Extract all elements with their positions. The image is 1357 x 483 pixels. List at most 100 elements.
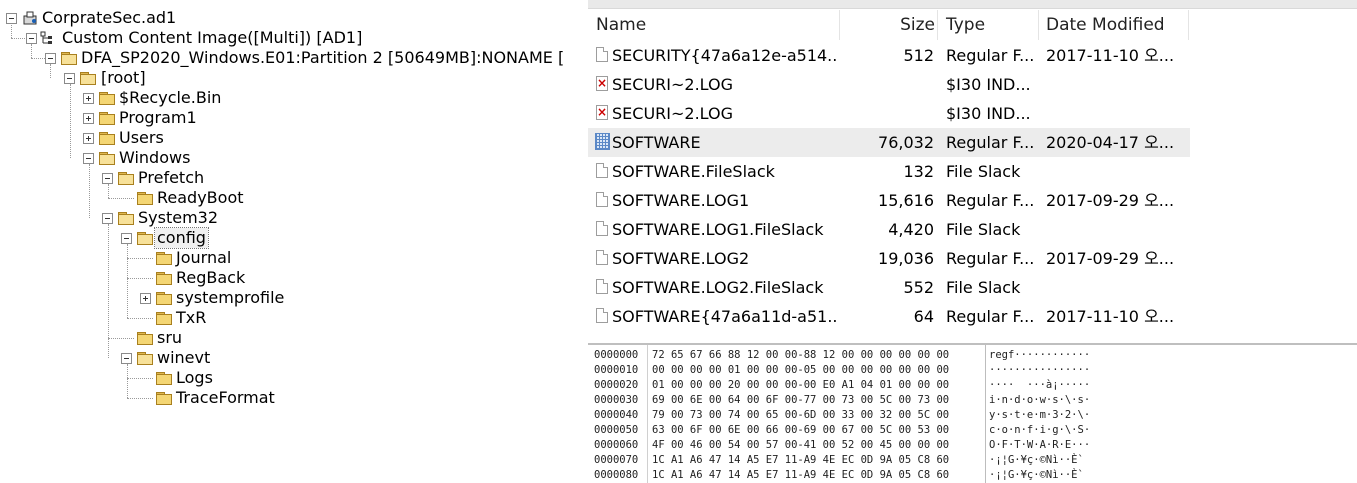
folder-open-icon xyxy=(99,152,115,165)
tree-node-logs[interactable]: Logs xyxy=(0,368,588,388)
hex-viewer[interactable]: 0000000 72 65 67 66 88 12 00 00-88 12 00 … xyxy=(588,343,1357,483)
file-date-modified: 2017-09-29 오... xyxy=(1046,191,1175,210)
file-name: SOFTWARE.FileSlack xyxy=(612,162,775,181)
tree-node-journal[interactable]: Journal xyxy=(0,248,588,268)
file-row[interactable]: × SECURI~2.LOG $I30 IND... xyxy=(588,99,1190,128)
folder-open-icon xyxy=(118,212,134,225)
folder-open-icon xyxy=(137,232,153,245)
hex-offset: 0000060 xyxy=(594,439,639,451)
folder-label: TraceFormat xyxy=(176,388,275,407)
collapse-toggle[interactable] xyxy=(83,153,94,164)
tree-node-evidence[interactable]: CorprateSec.ad1 xyxy=(0,8,588,28)
folder-label: Logs xyxy=(176,368,213,387)
file-name: SECURI~2.LOG xyxy=(612,104,733,123)
hex-offset: 0000040 xyxy=(594,409,639,421)
file-date-modified: 2017-11-10 오... xyxy=(1046,307,1175,326)
hex-bytes: 69 00 6E 00 64 00 6F 00-77 00 73 00 5C 0… xyxy=(652,394,950,406)
tree-node-recycle-bin[interactable]: $Recycle.Bin xyxy=(0,88,588,108)
file-row[interactable]: SOFTWARE.LOG1 15,616 Regular F... 2017-09-2… xyxy=(588,186,1190,215)
file-icon xyxy=(596,47,608,62)
tree-node-system32[interactable]: System32 xyxy=(0,208,588,228)
file-type: File Slack xyxy=(946,220,1021,239)
tree-node-regback[interactable]: RegBack xyxy=(0,268,588,288)
file-size: 132 xyxy=(903,162,934,181)
folder-label: TxR xyxy=(176,308,207,327)
file-size: 19,036 xyxy=(878,249,934,268)
tree-node-winevt[interactable]: winevt xyxy=(0,348,588,368)
file-row[interactable]: SOFTWARE 76,032 Regular F... 2020-04-17 오..… xyxy=(588,128,1190,157)
collapse-toggle[interactable] xyxy=(6,13,17,24)
hex-ascii: ···· ···à¡····· xyxy=(989,379,1091,391)
column-header-name[interactable]: Name xyxy=(596,10,840,40)
collapse-toggle[interactable] xyxy=(121,233,132,244)
tree-node-partition[interactable]: DFA_SP2020_Windows.E01:Partition 2 [5064… xyxy=(0,48,588,68)
folder-label: Prefetch xyxy=(138,168,205,187)
tree-node-systemprofile[interactable]: systemprofile xyxy=(0,288,588,308)
collapse-toggle[interactable] xyxy=(45,53,56,64)
column-header-date-modified[interactable]: Date Modified xyxy=(1046,10,1189,40)
file-type: $I30 IND... xyxy=(946,104,1031,123)
hex-offset: 0000070 xyxy=(594,454,639,466)
evidence-tree: CorprateSec.ad1 Custom Content Image([Mu… xyxy=(0,0,588,481)
collapse-toggle[interactable] xyxy=(121,353,132,364)
partition-label: DFA_SP2020_Windows.E01:Partition 2 [5064… xyxy=(81,48,565,67)
file-row[interactable]: SOFTWARE.LOG2.FileSlack 552 File Slack xyxy=(588,273,1190,302)
file-date-modified: 2017-09-29 오... xyxy=(1046,249,1175,268)
tree-node-config[interactable]: config xyxy=(0,227,588,249)
evidence-label: CorprateSec.ad1 xyxy=(42,8,177,27)
tree-node-sru[interactable]: sru xyxy=(0,328,588,348)
file-name: SOFTWARE.LOG2 xyxy=(612,249,750,268)
file-name: SOFTWARE.LOG1.FileSlack xyxy=(612,220,824,239)
tree-node-prefetch[interactable]: Prefetch xyxy=(0,168,588,188)
deleted-file-icon: × xyxy=(596,105,608,120)
hex-ascii: y·s·t·e·m·3·2·\· xyxy=(989,409,1091,421)
expand-toggle[interactable] xyxy=(140,293,151,304)
image-label: Custom Content Image([Multi]) [AD1] xyxy=(62,28,363,47)
hex-ascii: ················ xyxy=(989,364,1091,376)
expand-toggle[interactable] xyxy=(83,93,94,104)
evidence-container-icon xyxy=(23,11,37,25)
hex-row: 0000010 00 00 00 00 01 00 00 00-05 00 00 … xyxy=(588,363,1357,378)
file-type: Regular F... xyxy=(946,307,1035,326)
tree-node-readyboot[interactable]: ReadyBoot xyxy=(0,188,588,208)
hex-ascii: i·n·d·o·w·s·\·s· xyxy=(989,394,1091,406)
collapse-toggle[interactable] xyxy=(26,33,37,44)
collapse-toggle[interactable] xyxy=(102,213,113,224)
hex-offset: 0000050 xyxy=(594,424,639,436)
column-header-size[interactable]: Size xyxy=(840,10,938,40)
tree-node-windows[interactable]: Windows xyxy=(0,148,588,168)
file-icon xyxy=(596,308,608,323)
file-size: 76,032 xyxy=(878,133,934,152)
expand-toggle[interactable] xyxy=(83,113,94,124)
hex-row: 0000040 79 00 73 00 74 00 65 00-6D 00 33 … xyxy=(588,408,1357,423)
file-row[interactable]: SOFTWARE{47a6a11d-a51... 64 Regular F... 20… xyxy=(588,302,1190,331)
expand-toggle[interactable] xyxy=(83,133,94,144)
folder-open-icon xyxy=(118,172,134,185)
file-row[interactable]: SOFTWARE.LOG2 19,036 Regular F... 2017-09-2… xyxy=(588,244,1190,273)
folder-icon xyxy=(137,192,153,205)
file-type: Regular F... xyxy=(946,191,1035,210)
folder-icon xyxy=(156,252,172,265)
column-header-type[interactable]: Type xyxy=(946,10,1039,40)
folder-icon xyxy=(99,112,115,125)
collapse-toggle[interactable] xyxy=(64,73,75,84)
file-row[interactable]: SOFTWARE.LOG1.FileSlack 4,420 File Slack xyxy=(588,215,1190,244)
file-row[interactable]: SECURITY{47a6a12e-a514... 512 Regular F...… xyxy=(588,41,1190,70)
hex-offset: 0000000 xyxy=(594,349,639,361)
file-name: SOFTWARE{47a6a11d-a51... xyxy=(612,307,838,326)
folder-label: sru xyxy=(157,328,183,347)
tree-node-txr[interactable]: TxR xyxy=(0,308,588,328)
tree-node-root[interactable]: [root] xyxy=(0,68,588,88)
hex-bytes: 72 65 67 66 88 12 00 00-88 12 00 00 00 0… xyxy=(652,349,950,361)
folder-label: $Recycle.Bin xyxy=(119,88,222,107)
tree-node-users[interactable]: Users xyxy=(0,128,588,148)
folder-icon xyxy=(99,132,115,145)
tree-node-image[interactable]: Custom Content Image([Multi]) [AD1] xyxy=(0,28,588,48)
file-row[interactable]: SOFTWARE.FileSlack 132 File Slack xyxy=(588,157,1190,186)
tree-node-traceformat[interactable]: TraceFormat xyxy=(0,388,588,408)
folder-label: System32 xyxy=(138,208,219,227)
tree-node-program1[interactable]: Program1 xyxy=(0,108,588,128)
collapse-toggle[interactable] xyxy=(102,173,113,184)
root-folder-label: [root] xyxy=(101,68,146,87)
file-row[interactable]: × SECURI~2.LOG $I30 IND... xyxy=(588,70,1190,99)
